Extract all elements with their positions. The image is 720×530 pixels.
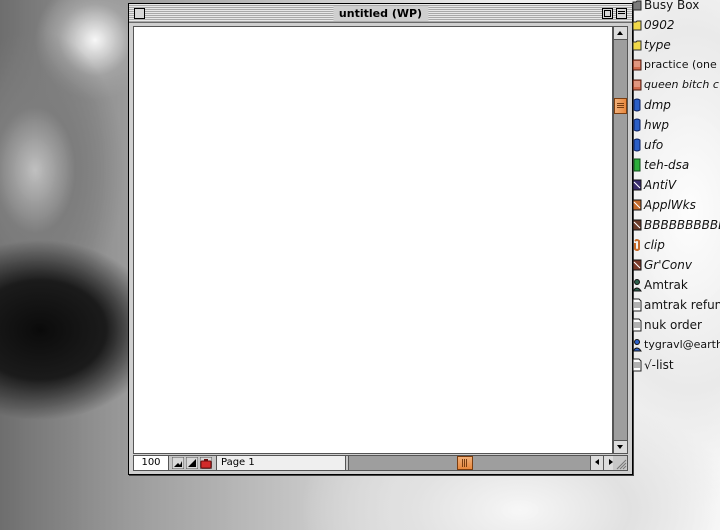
desktop-item[interactable]: √-list [632,355,720,375]
desktop-item-label: BBBBBBBBBBB [644,218,720,232]
app-icon [632,179,642,191]
desktop-item-label: Busy Box [644,0,700,12]
desktop-item-label: type [644,38,671,52]
desktop-item[interactable]: 0902 [632,15,720,35]
zoom-out-icon[interactable] [172,457,184,469]
stack-icon [632,59,642,71]
disk-icon [633,138,641,152]
person-icon [632,339,642,352]
desktop-item-label: AntiV [644,178,677,192]
status-bar: 100 Page 1 [133,455,628,471]
desktop-item-label: Amtrak [644,278,688,292]
desktop-item-label: clip [644,238,665,252]
green-doc-icon [633,158,641,172]
document-icon [632,318,642,332]
desktop-item-label: ufo [644,138,664,152]
desktop-item[interactable]: amtrak refun [632,295,720,315]
horizontal-scroll-thumb[interactable] [457,456,473,470]
desktop-item-label: ApplWks [644,198,696,212]
vertical-scrollbar[interactable] [613,26,628,454]
document-icon [632,298,642,312]
alias-folder-icon [632,20,642,31]
horizontal-scrollbar[interactable] [348,456,616,470]
collapse-box[interactable] [616,8,627,19]
toolbox-icon[interactable] [200,457,212,469]
app-icon [632,219,642,231]
app-icon [632,259,642,271]
zoom-level-field[interactable]: 100 [134,456,169,470]
desktop-item-label: nuk order [644,318,702,332]
document-content-area[interactable] [133,26,613,454]
desktop-item-label: hwp [644,118,670,132]
scroll-up-arrow[interactable] [614,27,627,40]
desktop-item[interactable]: clip [632,235,720,255]
desktop-item[interactable]: Busy Box [632,0,720,15]
scroll-left-arrow[interactable] [590,456,603,470]
resize-grip-icon[interactable] [613,456,627,470]
page-indicator[interactable]: Page 1 [216,456,346,470]
desktop-item[interactable]: nuk order [632,315,720,335]
desktop-item[interactable]: hwp [632,115,720,135]
desktop-item[interactable]: ApplWks [632,195,720,215]
desktop-item-label: dmp [644,98,671,112]
desktop-item-label: queen bitch c [644,78,719,91]
person-icon [632,279,642,292]
document-icon [632,358,642,372]
desktop-item-label: amtrak refun [644,298,720,312]
desktop-item-label: 0902 [644,18,675,32]
vertical-scroll-thumb[interactable] [614,98,627,114]
desktop-item[interactable]: teh-dsa [632,155,720,175]
desktop-item-label: teh-dsa [644,158,690,172]
desktop-item[interactable]: type [632,35,720,55]
desktop-item-label: practice (one [644,58,717,71]
desktop-item-label: √-list [644,358,674,372]
zoom-in-icon[interactable] [186,457,198,469]
desktop-item[interactable]: AntiV [632,175,720,195]
app-icon [632,199,642,211]
desktop-item[interactable]: tygravl@earthlin [632,335,720,355]
disk-icon [633,98,641,112]
desktop-item[interactable]: BBBBBBBBBBB [632,215,720,235]
disk-icon [633,118,641,132]
wp-document-window[interactable]: untitled (WP) 100 Page 1 [128,3,633,475]
desktop-item[interactable]: queen bitch c [632,75,720,95]
desktop-item[interactable]: practice (one [632,55,720,75]
title-bar[interactable]: untitled (WP) [129,4,632,23]
folder-icon [632,0,642,11]
desktop-item[interactable]: Gr'Conv [632,255,720,275]
alias-folder-icon [632,40,642,51]
desktop-item[interactable]: Amtrak [632,275,720,295]
desktop-item[interactable]: ufo [632,135,720,155]
desktop-item-label: Gr'Conv [644,258,692,272]
window-title: untitled (WP) [332,6,429,21]
desktop-item[interactable]: dmp [632,95,720,115]
scroll-down-arrow[interactable] [614,440,627,453]
desktop-item-label: tygravl@earthlin [644,338,720,351]
close-box[interactable] [134,8,145,19]
stack-icon [632,79,642,91]
resize-grip-lines [616,459,627,470]
desktop-icons: Busy Box 0902 type practice (one queen bitch… [632,0,720,375]
zoom-box[interactable] [602,8,613,19]
clip-icon [634,239,640,251]
